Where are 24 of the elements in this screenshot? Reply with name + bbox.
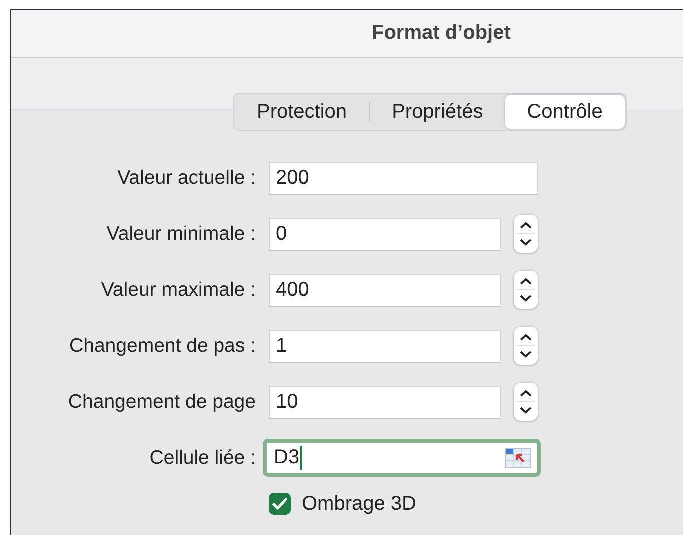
- input-field[interactable]: 200: [269, 162, 538, 194]
- input-field[interactable]: D3: [263, 439, 541, 477]
- stepper[interactable]: [514, 383, 538, 421]
- tab[interactable]: Protection: [235, 95, 370, 129]
- field-label: Changement de pas :: [68, 334, 256, 358]
- tab[interactable]: Propriétés: [370, 95, 506, 129]
- cell-picker-icon[interactable]: [505, 448, 531, 468]
- field-label: Valeur actuelle :: [116, 166, 256, 190]
- stepper[interactable]: [514, 327, 538, 365]
- field-value: D3: [274, 446, 302, 470]
- input-field[interactable]: 400: [269, 274, 501, 306]
- field-label: Cellule liée :: [148, 446, 256, 470]
- checkbox[interactable]: [269, 493, 291, 515]
- checkbox-label: Ombrage 3D: [302, 492, 416, 516]
- tab[interactable]: Contrôle: [505, 95, 625, 129]
- window-title: Format d’objet: [372, 22, 511, 45]
- input-field[interactable]: 10: [269, 386, 501, 418]
- field-label: Changement de page: [67, 390, 256, 414]
- stepper[interactable]: [514, 215, 538, 253]
- field-label: Valeur maximale :: [100, 278, 256, 302]
- field-label: Valeur minimale :: [106, 222, 256, 246]
- stepper[interactable]: [514, 271, 538, 309]
- input-field[interactable]: 0: [269, 218, 501, 250]
- input-field[interactable]: 1: [269, 330, 501, 362]
